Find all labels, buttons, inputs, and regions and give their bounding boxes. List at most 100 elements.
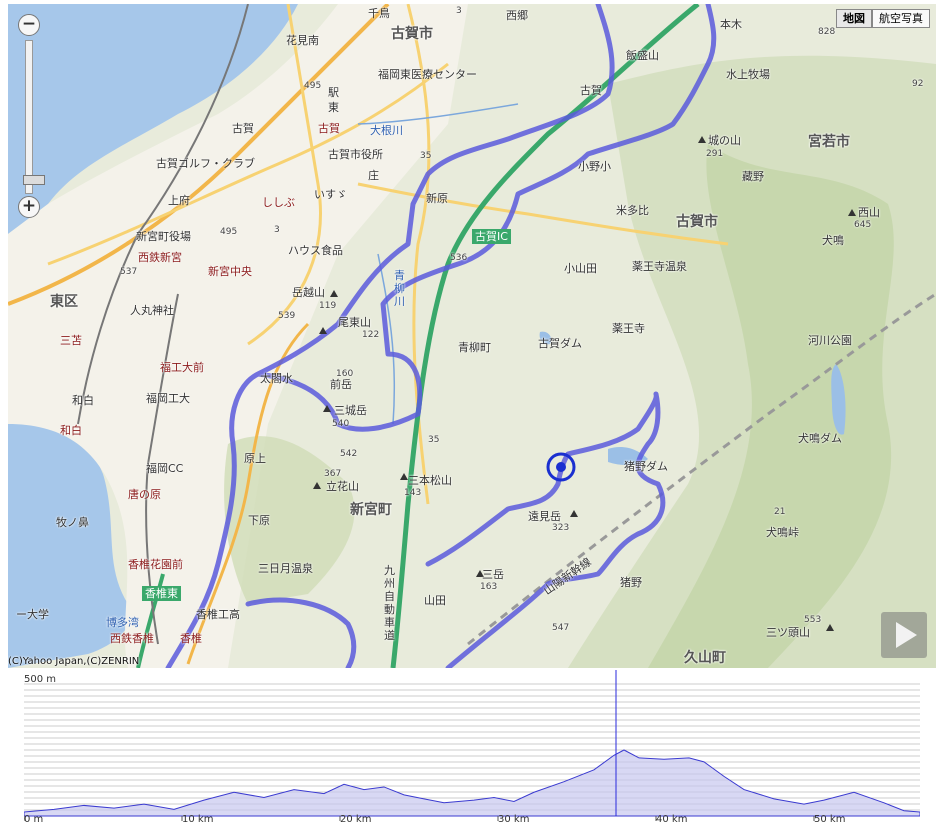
shrine-label: 人丸神社	[130, 304, 174, 317]
place-label: 原上	[244, 452, 266, 465]
station-label: 唐の原	[128, 488, 161, 501]
road-number: 35	[420, 151, 432, 161]
elevation-profile[interactable]: 500 m 0 m 10 km 20 km 30 km 40 km 50 km	[24, 670, 920, 830]
mountain-label: 岳越山	[292, 286, 325, 299]
mountain-label: 飯盛山	[626, 49, 659, 62]
place-label: 犬鳴	[822, 234, 844, 247]
profile-y-max-label: 500 m	[24, 674, 57, 685]
station-label: 西鉄新宮	[138, 251, 182, 264]
place-label: 猪野	[620, 576, 642, 589]
place-label: 小山田	[564, 262, 597, 275]
station-label: 西鉄香椎	[110, 632, 154, 645]
elevation-chart	[24, 670, 920, 821]
road-number: 536	[450, 253, 468, 263]
onsen-label: 薬王寺温泉	[632, 260, 687, 273]
place-label: 庄	[368, 169, 379, 182]
place-label: 本木	[720, 18, 742, 31]
station-label: 新宮中央	[208, 265, 252, 278]
place-label: 下原	[248, 514, 270, 527]
elevation-label: 163	[480, 582, 498, 592]
station-label: ししぶ	[262, 196, 295, 209]
river-label: 青柳川	[394, 269, 405, 308]
place-label: 西郷	[506, 9, 528, 22]
profile-x-tick: 0 m	[24, 814, 44, 825]
profile-x-tick: 40 km	[656, 814, 688, 825]
station-label: 福工大前	[160, 361, 204, 374]
mountain-label: 三城岳	[334, 404, 367, 417]
play-button[interactable]	[881, 612, 927, 658]
park-label: 河川公園	[808, 334, 852, 347]
map-copyright: (C)Yahoo Japan,(C)ZENRIN	[8, 656, 140, 667]
place-label: 青柳町	[458, 341, 491, 354]
place-label: 米多比	[616, 204, 649, 217]
place-label: 上府	[168, 194, 190, 207]
station-label: 香椎	[180, 632, 202, 645]
place-label: 福岡工大	[146, 392, 190, 405]
place-label: 古賀	[232, 122, 254, 135]
zoom-slider-track[interactable]	[23, 40, 45, 194]
dam-label: 古賀ダム	[538, 337, 582, 350]
road-label: 九州自動車道	[384, 564, 395, 642]
place-label: 花見南	[286, 34, 319, 47]
temple-label: 薬王寺	[612, 322, 645, 335]
place-label: 新宮町役場	[136, 230, 191, 243]
aerial-mode-button[interactable]: 航空写真	[872, 9, 930, 28]
ward-label: 東区	[50, 294, 78, 310]
elevation-label: 143	[404, 488, 422, 498]
mountain-label: 城の山	[708, 134, 741, 147]
cityhall-label: 古賀市役所	[328, 148, 383, 161]
factory-label: ハウス食品	[288, 244, 343, 257]
road-number: 540	[332, 419, 350, 429]
station-label: 和白	[60, 424, 82, 437]
road-number: 35	[428, 435, 440, 445]
zoom-out-button[interactable]: −	[18, 14, 40, 36]
town-label: 久山町	[684, 650, 726, 666]
station-label: 三苫	[60, 334, 82, 347]
mountain-label: 三岳	[482, 568, 504, 581]
road-number: 21	[774, 507, 786, 517]
road-number: 537	[120, 267, 138, 277]
zoom-in-button[interactable]: +	[18, 196, 40, 218]
profile-x-tick: 10 km	[182, 814, 214, 825]
road-number: 495	[220, 227, 238, 237]
mountain-label: 尾東山	[338, 316, 371, 329]
station-label: 駅	[328, 86, 339, 99]
place-label: 千鳥	[368, 7, 390, 20]
elevation-label: 553	[804, 615, 822, 625]
place-label: 水上牧場	[726, 68, 770, 81]
dam-label: 犬鳴ダム	[798, 432, 842, 445]
mountain-label: 三ツ頭山	[766, 626, 810, 639]
place-label: いすゞ	[314, 188, 347, 201]
place-label: 太閤水	[260, 372, 293, 385]
elevation-area	[24, 749, 920, 817]
station-label: 東	[328, 101, 339, 114]
station-label: 古賀	[580, 84, 602, 97]
elevation-label: 291	[706, 149, 724, 159]
map-view[interactable]: 千鳥 古賀市 花見南 西郷 飯盛山 本木 水上牧場 福岡東医療センター 古賀 駅…	[8, 4, 936, 668]
road-number: 3	[456, 6, 462, 16]
road-number: 495	[304, 81, 322, 91]
mountain-label: 西山	[858, 206, 880, 219]
zoom-slider-thumb[interactable]	[23, 175, 45, 185]
mountain-label: 立花山	[326, 480, 359, 493]
station-label: 古賀	[318, 122, 340, 135]
map-mode-button[interactable]: 地図	[836, 9, 872, 28]
map-mode-switch: 地図 航空写真	[836, 9, 930, 28]
road-number: 542	[340, 449, 358, 459]
elevation-label: 323	[552, 523, 570, 533]
city-label: 古賀市	[676, 214, 718, 230]
road-number: 92	[912, 79, 924, 89]
elevation-label: 828	[818, 27, 836, 37]
river-label: 大根川	[370, 124, 403, 137]
road-number: 3	[274, 225, 280, 235]
onsen-label: 三日月温泉	[258, 562, 313, 575]
golf-label: 福岡CC	[146, 462, 184, 475]
play-icon	[896, 622, 917, 648]
profile-x-tick: 30 km	[498, 814, 530, 825]
dam-label: 猪野ダム	[624, 460, 668, 473]
pass-label: 犬鳴峠	[766, 526, 799, 539]
school-label: 香椎工高	[196, 608, 240, 621]
city-label: 宮若市	[808, 134, 850, 150]
ic-label: 香椎東	[142, 586, 181, 601]
city-label: 古賀市	[391, 26, 433, 42]
